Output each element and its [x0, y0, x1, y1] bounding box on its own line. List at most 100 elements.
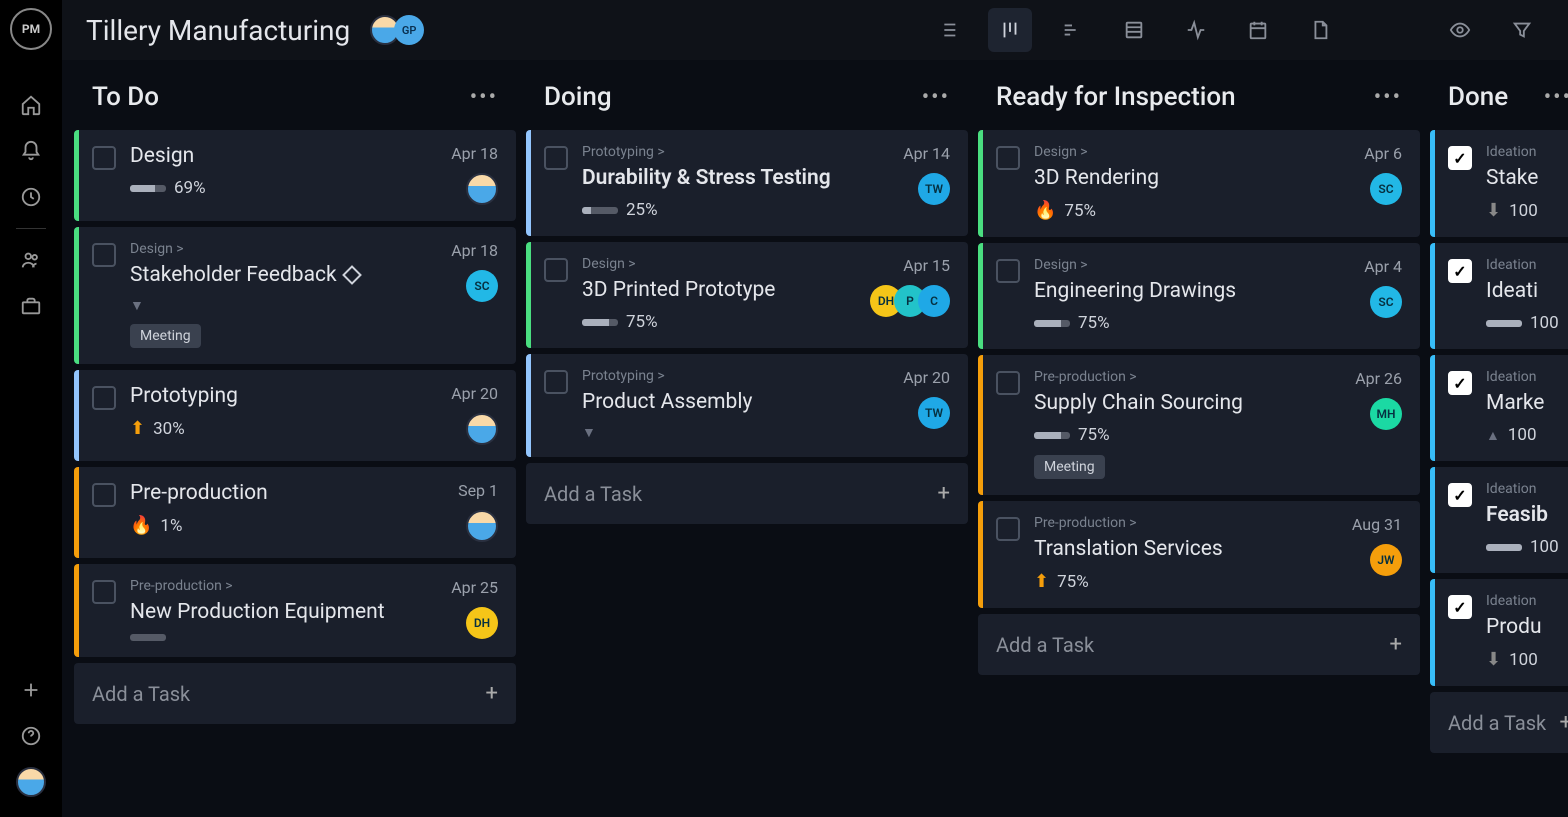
- avatar: TW: [918, 397, 950, 429]
- home-icon[interactable]: [10, 84, 52, 126]
- task-checkbox[interactable]: ✓: [1448, 595, 1472, 619]
- task-meta: ▲100: [1486, 425, 1568, 445]
- task-checkbox[interactable]: ✓: [1448, 483, 1472, 507]
- task-card[interactable]: Design > Engineering Drawings 75% Apr 4S…: [978, 243, 1420, 349]
- task-breadcrumb: Pre-production >: [130, 578, 429, 594]
- task-card[interactable]: Design > 3D Printed Prototype 75% Apr 15…: [526, 242, 968, 348]
- task-card[interactable]: ✓ Ideation Feasib 100: [1430, 467, 1568, 573]
- task-checkbox[interactable]: [92, 483, 116, 507]
- task-card[interactable]: Prototyping ⬆30% Apr 20: [74, 370, 516, 461]
- activity-icon[interactable]: [1174, 8, 1218, 52]
- column-menu-icon[interactable]: •••: [1374, 85, 1402, 110]
- avatar: SC: [1370, 173, 1402, 205]
- help-icon[interactable]: [10, 715, 52, 757]
- task-card[interactable]: Prototyping > Product Assembly ▼ Apr 20T…: [526, 354, 968, 457]
- chevron-down-icon: ▼: [130, 297, 144, 314]
- task-checkbox[interactable]: [92, 580, 116, 604]
- progress-bar: [1486, 320, 1522, 327]
- task-breadcrumb: Pre-production >: [1034, 515, 1330, 531]
- header-avatars[interactable]: GP: [376, 15, 424, 45]
- people-icon[interactable]: [10, 239, 52, 281]
- task-checkbox[interactable]: [996, 259, 1020, 283]
- task-card[interactable]: Prototyping > Durability & Stress Testin…: [526, 130, 968, 236]
- task-checkbox[interactable]: [996, 517, 1020, 541]
- task-card[interactable]: Pre-production 🔥1% Sep 1: [74, 467, 516, 558]
- task-checkbox[interactable]: ✓: [1448, 259, 1472, 283]
- column-menu-icon[interactable]: •••: [1544, 85, 1568, 110]
- briefcase-icon[interactable]: [10, 285, 52, 327]
- add-task-button[interactable]: Add a Task+: [74, 663, 516, 724]
- task-breadcrumb: Ideation: [1486, 257, 1568, 273]
- task-card[interactable]: ✓ Ideation Marke ▲100: [1430, 355, 1568, 461]
- column-menu-icon[interactable]: •••: [922, 85, 950, 110]
- task-checkbox[interactable]: [92, 146, 116, 170]
- progress-bar: [130, 634, 166, 641]
- calendar-icon[interactable]: [1236, 8, 1280, 52]
- task-card[interactable]: ✓ Ideation Produ ⬇100: [1430, 579, 1568, 686]
- task-name: Pre-production: [130, 481, 436, 505]
- task-card[interactable]: Design 69% Apr 18: [74, 130, 516, 221]
- task-breadcrumb: Ideation: [1486, 593, 1568, 609]
- project-title: Tillery Manufacturing: [86, 14, 350, 47]
- user-avatar[interactable]: [10, 761, 52, 803]
- progress-bar: [1034, 320, 1070, 327]
- progress-percent: 69%: [174, 178, 206, 198]
- task-checkbox[interactable]: [996, 146, 1020, 170]
- task-meta: 69%: [130, 178, 429, 198]
- card-stripe: [978, 501, 983, 608]
- task-card[interactable]: ✓ Ideation Ideati 100: [1430, 243, 1568, 349]
- list-view-icon[interactable]: [926, 8, 970, 52]
- task-breadcrumb: Design >: [1034, 257, 1342, 273]
- app-logo[interactable]: PM: [10, 8, 52, 50]
- kanban-board: To Do••• Design 69% Apr 18 Design > Stak…: [62, 60, 1568, 817]
- board-view-icon[interactable]: [988, 8, 1032, 52]
- add-icon[interactable]: [10, 669, 52, 711]
- assignee-avatars: TW: [918, 397, 950, 429]
- file-icon[interactable]: [1298, 8, 1342, 52]
- priority-down-icon: ⬇: [1486, 200, 1501, 221]
- task-meta: ⬇100: [1486, 200, 1568, 221]
- task-checkbox[interactable]: [544, 146, 568, 170]
- task-checkbox[interactable]: ✓: [1448, 371, 1472, 395]
- task-name: 3D Rendering: [1034, 166, 1342, 190]
- task-checkbox[interactable]: [544, 370, 568, 394]
- task-checkbox[interactable]: [92, 386, 116, 410]
- filter-icon[interactable]: [1500, 8, 1544, 52]
- task-name: New Production Equipment: [130, 600, 429, 624]
- column-menu-icon[interactable]: •••: [470, 85, 498, 110]
- task-meta: ⬆30%: [130, 418, 429, 439]
- task-name: Prototyping: [130, 384, 429, 408]
- progress-percent: 75%: [1064, 201, 1096, 221]
- task-checkbox[interactable]: ✓: [1448, 146, 1472, 170]
- task-checkbox[interactable]: [92, 243, 116, 267]
- bell-icon[interactable]: [10, 130, 52, 172]
- task-checkbox[interactable]: [544, 258, 568, 282]
- add-task-label: Add a Task: [1448, 711, 1546, 735]
- task-card[interactable]: Pre-production > Translation Services ⬆7…: [978, 501, 1420, 608]
- task-date: Apr 18: [451, 241, 498, 260]
- clock-icon[interactable]: [10, 176, 52, 218]
- task-card[interactable]: Pre-production > New Production Equipmen…: [74, 564, 516, 657]
- card-stripe: [526, 130, 531, 236]
- task-checkbox[interactable]: [996, 371, 1020, 395]
- card-stripe: [1430, 355, 1435, 461]
- eye-icon[interactable]: [1438, 8, 1482, 52]
- task-card[interactable]: Design > 3D Rendering 🔥75% Apr 6SC: [978, 130, 1420, 237]
- task-breadcrumb: Ideation: [1486, 481, 1568, 497]
- progress-bar: [130, 185, 166, 192]
- task-breadcrumb: Design >: [582, 256, 848, 272]
- task-date: Apr 14: [903, 144, 950, 163]
- task-card[interactable]: Pre-production > Supply Chain Sourcing 7…: [978, 355, 1420, 495]
- add-task-button[interactable]: Add a Task+: [1430, 692, 1568, 753]
- table-view-icon[interactable]: [1112, 8, 1156, 52]
- card-stripe: [1430, 243, 1435, 349]
- task-card[interactable]: ✓ Ideation Stake ⬇100: [1430, 130, 1568, 237]
- avatar: [466, 173, 498, 205]
- card-stripe: [1430, 579, 1435, 686]
- task-meta: ▼: [130, 297, 429, 314]
- gantt-view-icon[interactable]: [1050, 8, 1094, 52]
- task-card[interactable]: Design > Stakeholder Feedback ▼ Meeting …: [74, 227, 516, 364]
- card-stripe: [74, 467, 79, 558]
- add-task-button[interactable]: Add a Task+: [978, 614, 1420, 675]
- add-task-button[interactable]: Add a Task+: [526, 463, 968, 524]
